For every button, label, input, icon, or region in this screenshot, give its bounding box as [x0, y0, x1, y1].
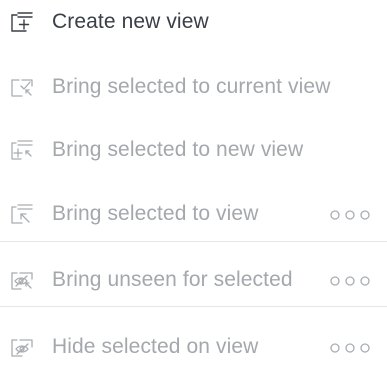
- bring-to-view-icon: [9, 201, 35, 227]
- bring-unseen-for-selected-label: Bring unseen for selected: [52, 268, 293, 291]
- create-new-view-item[interactable]: Create new view: [0, 2, 387, 42]
- hide-on-view-icon: [9, 334, 35, 360]
- create-new-view-label: Create new view: [52, 10, 209, 33]
- menu-divider: [0, 241, 387, 242]
- bring-check-icon: [9, 74, 35, 100]
- bring-add-icon: [9, 137, 35, 163]
- bring-selected-to-new-view-item[interactable]: Bring selected to new view: [0, 130, 387, 170]
- menu-divider: [0, 306, 387, 307]
- more-options-icon[interactable]: [328, 275, 374, 287]
- more-options-icon[interactable]: [328, 209, 374, 221]
- view-add-icon: [9, 9, 35, 35]
- bring-unseen-for-selected-item[interactable]: Bring unseen for selected: [0, 260, 387, 300]
- bring-selected-to-current-view-item[interactable]: Bring selected to current view: [0, 67, 387, 107]
- view-context-menu: Create new view Bring selected to curren…: [0, 0, 387, 360]
- bring-selected-to-view-item[interactable]: Bring selected to view: [0, 194, 387, 234]
- hide-selected-on-view-label: Hide selected on view: [52, 335, 259, 358]
- more-options-icon[interactable]: [328, 342, 374, 354]
- bring-selected-to-current-view-label: Bring selected to current view: [52, 75, 331, 98]
- bring-selected-to-view-label: Bring selected to view: [52, 202, 259, 225]
- bring-unseen-icon: [9, 267, 35, 293]
- bring-selected-to-new-view-label: Bring selected to new view: [52, 138, 304, 161]
- hide-selected-on-view-item[interactable]: Hide selected on view: [0, 327, 387, 367]
